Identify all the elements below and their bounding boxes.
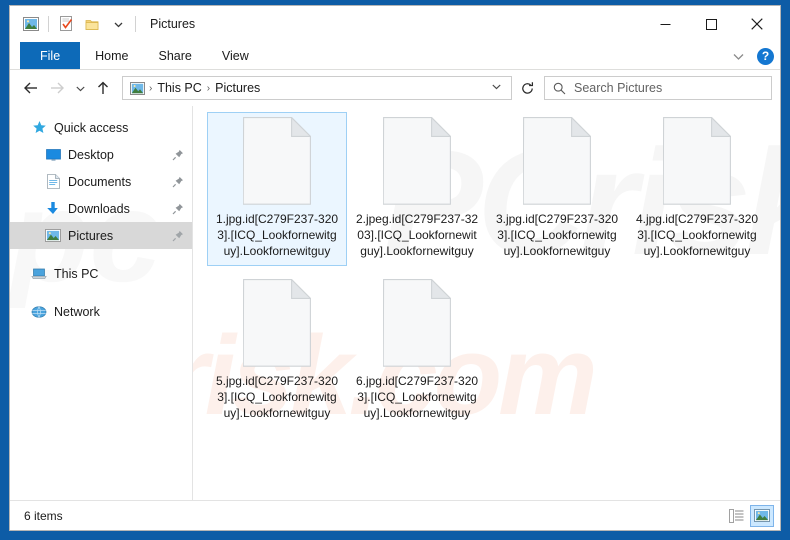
customize-chevron-icon[interactable] [105,11,131,37]
search-box[interactable]: Search Pictures [544,76,772,100]
refresh-button[interactable] [514,76,540,100]
maximize-button[interactable] [688,6,734,42]
file-name: 1.jpg.id[C279F237-3203].[ICQ_Lookfornewi… [215,212,339,258]
sidebar-item-documents[interactable]: Documents [10,168,192,195]
file-item[interactable]: 2.jpeg.id[C279F237-3203].[ICQ_Lookfornew… [347,112,487,266]
sidebar-item-network[interactable]: Network [10,298,192,325]
item-count-label: 6 items [24,508,63,523]
documents-icon [44,173,62,191]
pin-icon[interactable] [172,230,184,242]
address-bar-row: › This PC › Pictures Search Pictures [10,70,780,106]
pin-icon[interactable] [172,149,184,161]
star-pin-icon [30,119,48,137]
sidebar-item-this-pc[interactable]: This PC [10,260,192,287]
sidebar-item-pictures[interactable]: Pictures [10,222,192,249]
search-icon [553,82,566,95]
large-icons-view-button[interactable] [750,504,774,527]
minimize-button[interactable] [642,6,688,42]
address-dropdown-icon[interactable] [486,79,507,97]
quick-access-toolbar: Pictures [10,11,195,37]
blank-file-icon [522,116,592,205]
tab-share[interactable]: Share [144,42,207,69]
file-name: 4.jpg.id[C279F237-3203].[ICQ_Lookfornewi… [635,212,759,258]
pictures-icon [44,227,62,245]
file-item[interactable]: 3.jpg.id[C279F237-3203].[ICQ_Lookfornewi… [487,112,627,266]
toolbar-divider-2 [135,16,136,32]
ribbon-right-controls: ? [728,42,774,70]
file-grid: 1.jpg.id[C279F237-3203].[ICQ_Lookfornewi… [193,106,780,436]
file-item[interactable]: 1.jpg.id[C279F237-3203].[ICQ_Lookfornewi… [207,112,347,266]
file-name: 2.jpeg.id[C279F237-3203].[ICQ_Lookfornew… [355,212,479,258]
pin-icon[interactable] [172,203,184,215]
navigation-pane: pc Quick access Desktop [10,106,193,500]
file-name: 3.jpg.id[C279F237-3203].[ICQ_Lookfornewi… [495,212,619,258]
sidebar-item-downloads[interactable]: Downloads [10,195,192,222]
sidebar-item-desktop[interactable]: Desktop [10,141,192,168]
sidebar-label-network: Network [54,304,100,319]
breadcrumb-pictures[interactable]: Pictures [212,81,263,95]
file-item[interactable]: 5.jpg.id[C279F237-3203].[ICQ_Lookfornewi… [207,274,347,428]
sidebar-label-desktop: Desktop [68,147,114,162]
close-button[interactable] [734,6,780,42]
new-folder-icon[interactable] [79,11,105,37]
pictures-icon[interactable] [18,11,44,37]
sidebar-label-documents: Documents [68,174,132,189]
help-button[interactable]: ? [757,47,774,65]
tab-file[interactable]: File [20,42,81,69]
up-button[interactable] [90,75,116,101]
explorer-window: Pictures File Home Share View ? › This P… [10,6,780,530]
breadcrumb-separator-1: › [149,82,153,94]
sidebar-label-this-pc: This PC [54,266,99,281]
sidebar-item-quick-access[interactable]: Quick access [10,114,192,141]
blank-file-icon [382,278,452,367]
file-name: 6.jpg.id[C279F237-3203].[ICQ_Lookfornewi… [355,374,479,420]
sidebar-label-pictures: Pictures [68,228,114,243]
view-toggle-group [724,504,774,527]
file-item[interactable]: 6.jpg.id[C279F237-3203].[ICQ_Lookfornewi… [347,274,487,428]
tab-home[interactable]: Home [80,42,143,69]
blank-file-icon [662,116,732,205]
sidebar-label-quick-access: Quick access [54,120,129,135]
file-item[interactable]: 4.jpg.id[C279F237-3203].[ICQ_Lookfornewi… [627,112,767,266]
title-bar: Pictures [10,6,780,42]
file-name: 5.jpg.id[C279F237-3203].[ICQ_Lookfornewi… [215,374,339,420]
file-list-pane[interactable]: PCrisk risk.com 1.jpg.id[C279F237-3203].… [193,106,780,500]
details-view-button[interactable] [724,505,748,527]
status-bar: 6 items [10,500,780,530]
downloads-icon [44,200,62,218]
toolbar-divider-1 [48,16,49,32]
blank-file-icon [382,116,452,205]
forward-button[interactable] [44,75,70,101]
sidebar-label-downloads: Downloads [68,201,130,216]
window-controls [642,6,780,42]
properties-checkbox-icon[interactable] [53,11,79,37]
ribbon-tab-bar: File Home Share View ? [10,42,780,70]
explorer-body: pc Quick access Desktop [10,106,780,500]
pin-icon[interactable] [172,176,184,188]
breadcrumb-this-pc[interactable]: This PC [154,81,204,95]
window-title: Pictures [150,17,196,31]
this-pc-icon [30,265,48,283]
desktop-icon [44,146,62,164]
chevron-down-icon[interactable] [728,50,749,63]
address-pictures-icon [127,81,147,95]
network-icon [30,303,48,321]
address-bar[interactable]: › This PC › Pictures [122,76,512,100]
search-input[interactable]: Search Pictures [574,81,662,95]
blank-file-icon [242,278,312,367]
back-button[interactable] [18,75,44,101]
recent-locations-button[interactable] [70,75,90,101]
breadcrumb-separator-2: › [206,82,211,94]
tab-view[interactable]: View [207,42,264,69]
blank-file-icon [242,116,312,205]
